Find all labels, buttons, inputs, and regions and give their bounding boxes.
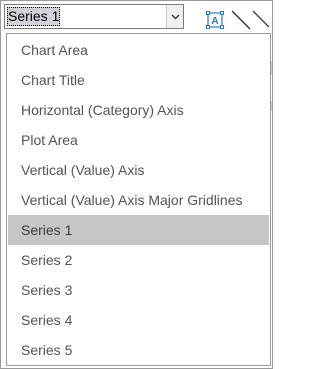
background-fragment xyxy=(271,101,272,111)
dropdown-item-vertical-axis-gridlines[interactable]: Vertical (Value) Axis Major Gridlines xyxy=(8,185,269,215)
chart-elements-dropdown-list: Chart Area Chart Title Horizontal (Categ… xyxy=(6,33,271,366)
dropdown-item-horizontal-axis[interactable]: Horizontal (Category) Axis xyxy=(8,95,269,125)
dropdown-item-vertical-axis[interactable]: Vertical (Value) Axis xyxy=(8,155,269,185)
combobox-value: Series 1 xyxy=(7,7,61,26)
dropdown-item-series-2[interactable]: Series 2 xyxy=(8,245,269,275)
dropdown-item-plot-area[interactable]: Plot Area xyxy=(8,125,269,155)
chart-elements-combobox[interactable]: Series 1 xyxy=(4,4,184,29)
dropdown-item-chart-title[interactable]: Chart Title xyxy=(8,65,269,95)
format-selection-icon[interactable]: A xyxy=(206,11,224,29)
dropdown-item-series-4[interactable]: Series 4 xyxy=(8,305,269,335)
chevron-down-icon xyxy=(171,14,179,19)
chart-elements-picker: Series 1 A Chart Area Chart Title Horizo… xyxy=(0,0,273,369)
line-tool-icon[interactable] xyxy=(229,9,269,31)
background-fragment xyxy=(271,61,272,75)
dropdown-item-series-3[interactable]: Series 3 xyxy=(8,275,269,305)
dropdown-item-chart-area[interactable]: Chart Area xyxy=(8,35,269,65)
dropdown-item-series-1[interactable]: Series 1 xyxy=(8,215,269,245)
svg-text:A: A xyxy=(211,16,218,27)
dropdown-toggle-button[interactable] xyxy=(166,5,183,28)
dropdown-item-series-5[interactable]: Series 5 xyxy=(8,335,269,365)
